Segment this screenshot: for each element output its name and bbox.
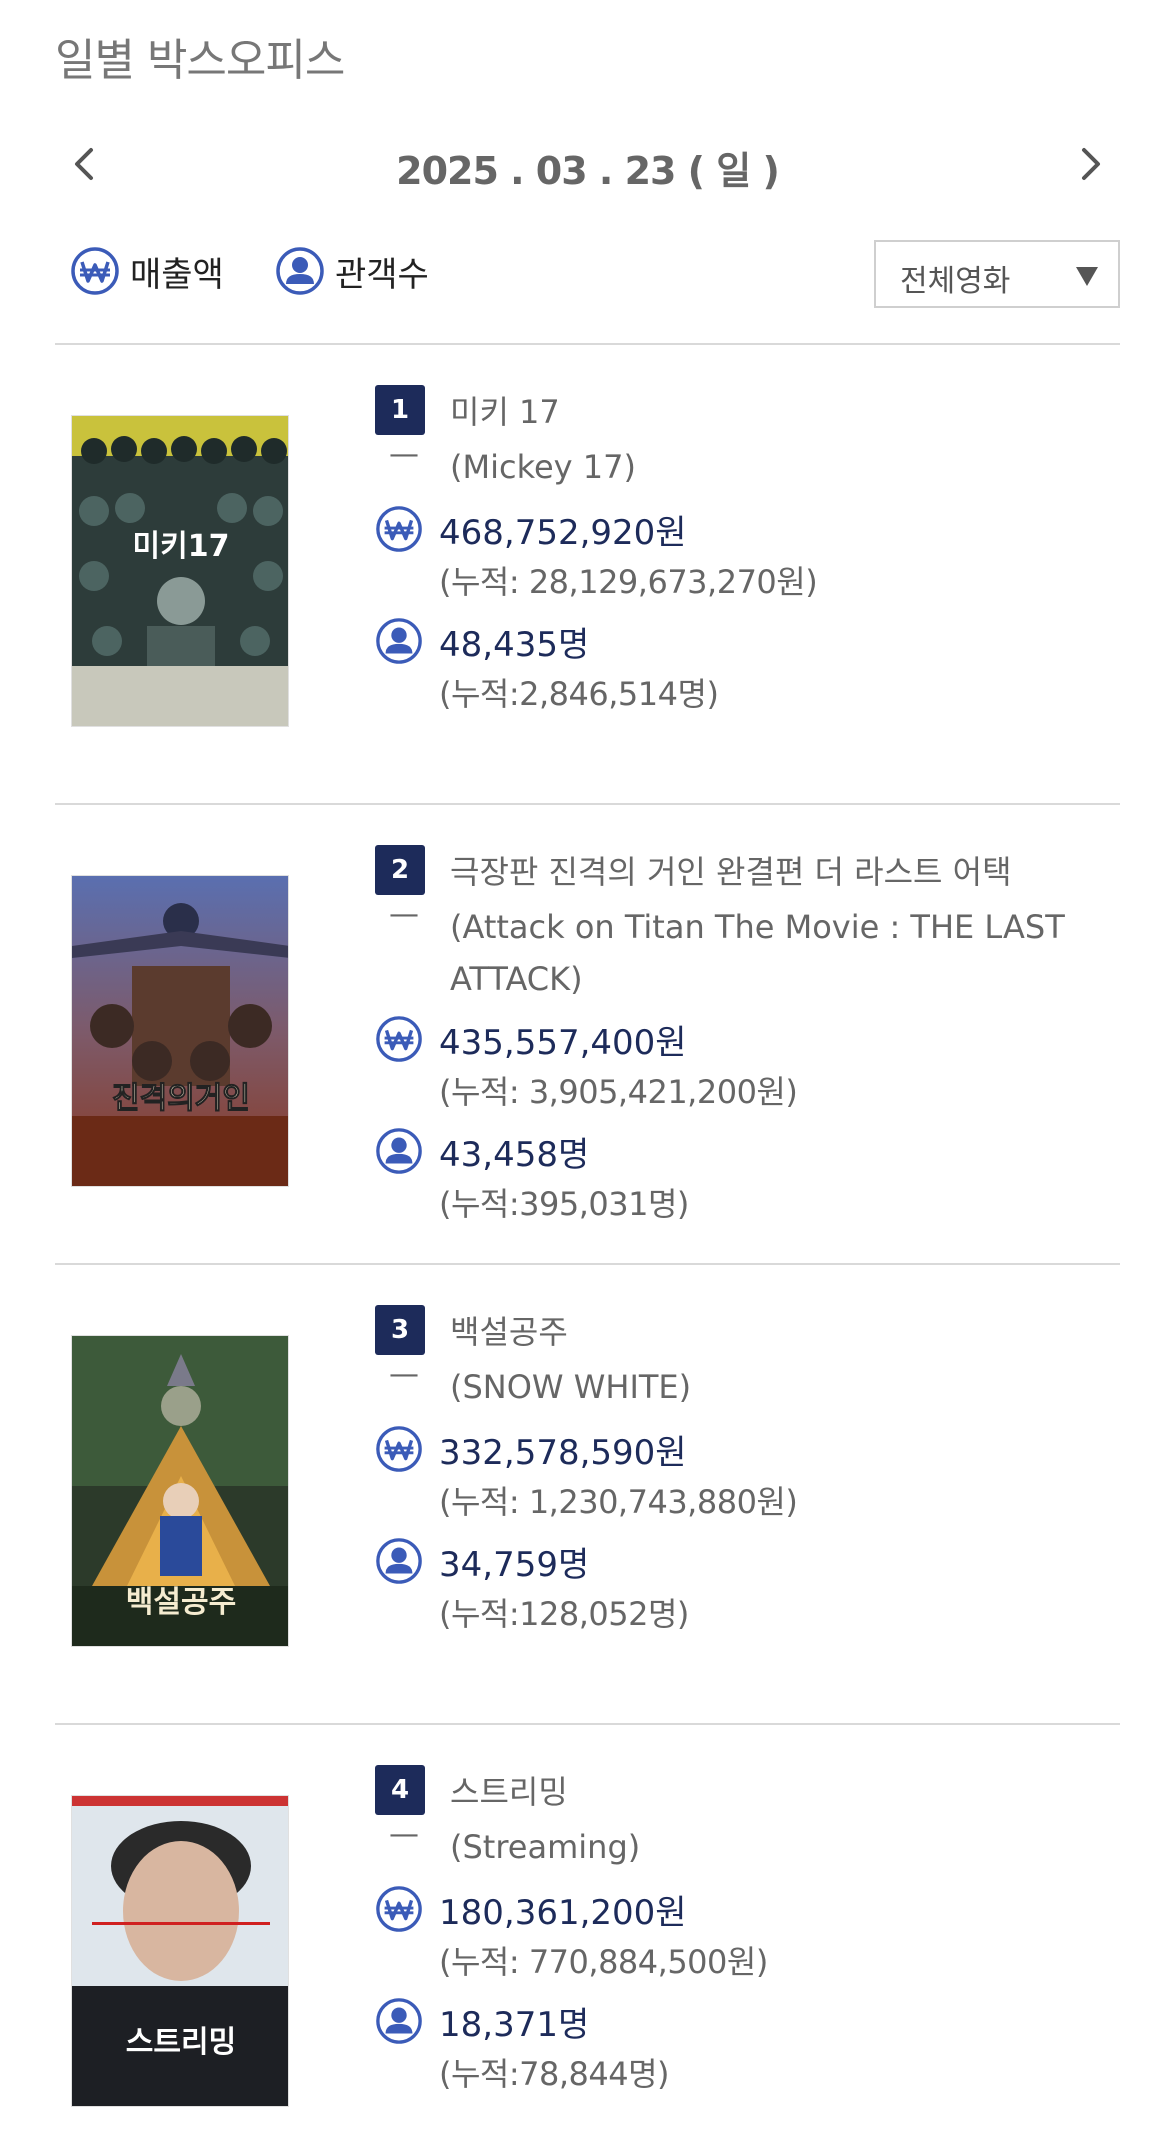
daily-sales: 435,557,400원 [439, 1023, 687, 1063]
won-icon [376, 1886, 422, 1932]
svg-text:미키17: 미키17 [133, 529, 230, 564]
caret-down-icon [1076, 267, 1098, 286]
daily-audience: 34,759명 [439, 1545, 590, 1585]
sort-audience-label: 관객수 [335, 254, 429, 295]
cumulative-audience: (누적:395,031명) [439, 1185, 689, 1223]
cumulative-sales: (누적: 770,884,500원) [439, 1943, 768, 1981]
current-date: 2025 . 03 . 23 ( 일 ) [396, 149, 780, 193]
sort-by-audience-button[interactable]: 관객수 [275, 246, 429, 296]
svg-text:백설공주: 백설공주 [126, 1585, 236, 1620]
movie-row[interactable]: 스트리밍 4 스트리밍 — (Streaming) 180,361,200원 (… [55, 1725, 1120, 2148]
movie-title-english: (Attack on Titan The Movie : THE LAST AT… [450, 908, 1065, 998]
movie-row[interactable]: 미키17 1 미키 17 — (Mickey 17) 468,752,920원 … [55, 345, 1120, 805]
rank-badge: 1 [375, 385, 425, 435]
won-icon [376, 1016, 422, 1062]
person-icon [376, 1128, 422, 1174]
cumulative-audience: (누적:128,052명) [439, 1595, 689, 1633]
cumulative-sales: (누적: 28,129,673,270원) [439, 563, 818, 601]
movie-row[interactable]: 진격의거인 2 극장판 진격의 거인 완결편 더 라스트 어택 — (Attac… [55, 805, 1120, 1265]
cumulative-audience: (누적:2,846,514명) [439, 675, 719, 713]
cumulative-audience: (누적:78,844명) [439, 2055, 670, 2093]
sort-sales-label: 매출액 [130, 254, 224, 295]
rank-change: — [389, 437, 419, 472]
rank-change: — [389, 1817, 419, 1852]
chevron-right-icon[interactable] [1068, 142, 1112, 186]
rank-change: — [389, 1357, 419, 1392]
movie-poster: 백설공주 [71, 1335, 289, 1647]
daily-audience: 18,371명 [439, 2005, 590, 2045]
movie-title-korean[interactable]: 미키 17 [450, 387, 560, 433]
won-icon [376, 1426, 422, 1472]
sort-options: 매출액 관객수 전체영화 [70, 240, 1120, 320]
movie-title-korean[interactable]: 백설공주 [450, 1307, 568, 1353]
movie-title-korean[interactable]: 극장판 진격의 거인 완결편 더 라스트 어택 [450, 847, 1012, 893]
movie-title-english: (SNOW WHITE) [450, 1368, 692, 1406]
movie-poster: 미키17 [71, 415, 289, 727]
movie-title-korean[interactable]: 스트리밍 [450, 1767, 568, 1813]
daily-audience: 48,435명 [439, 625, 590, 665]
rank-badge: 2 [375, 845, 425, 895]
movie-filter-select[interactable]: 전체영화 [874, 240, 1120, 308]
cumulative-sales: (누적: 1,230,743,880원) [439, 1483, 798, 1521]
movie-title-english: (Streaming) [450, 1828, 641, 1866]
won-icon [376, 506, 422, 552]
box-office-page: 일별 박스오피스 2025 . 03 . 23 ( 일 ) 매출액 관객수 전체… [0, 0, 1170, 2148]
sort-by-sales-button[interactable]: 매출액 [70, 246, 224, 296]
daily-sales: 180,361,200원 [439, 1893, 687, 1933]
date-navigation: 2025 . 03 . 23 ( 일 ) [55, 130, 1120, 200]
daily-sales: 332,578,590원 [439, 1433, 687, 1473]
cumulative-sales: (누적: 3,905,421,200원) [439, 1073, 798, 1111]
daily-sales: 468,752,920원 [439, 513, 687, 553]
movie-title-english: (Mickey 17) [450, 448, 636, 486]
person-icon [276, 247, 324, 295]
movie-row[interactable]: 백설공주 3 백설공주 — (SNOW WHITE) 332,578,590원 … [55, 1265, 1120, 1725]
movie-poster: 스트리밍 [71, 1795, 289, 2107]
svg-text:진격의거인: 진격의거인 [112, 1081, 250, 1116]
daily-audience: 43,458명 [439, 1135, 590, 1175]
person-icon [376, 618, 422, 664]
person-icon [376, 1538, 422, 1584]
rank-badge: 3 [375, 1305, 425, 1355]
rank-change: — [389, 897, 419, 932]
filter-selected-value: 전체영화 [900, 264, 1011, 299]
movie-poster: 진격의거인 [71, 875, 289, 1187]
svg-text:스트리밍: 스트리밍 [126, 2025, 236, 2060]
person-icon [376, 1998, 422, 2044]
rank-badge: 4 [375, 1765, 425, 1815]
page-title: 일별 박스오피스 [55, 35, 345, 86]
won-icon [71, 247, 119, 295]
